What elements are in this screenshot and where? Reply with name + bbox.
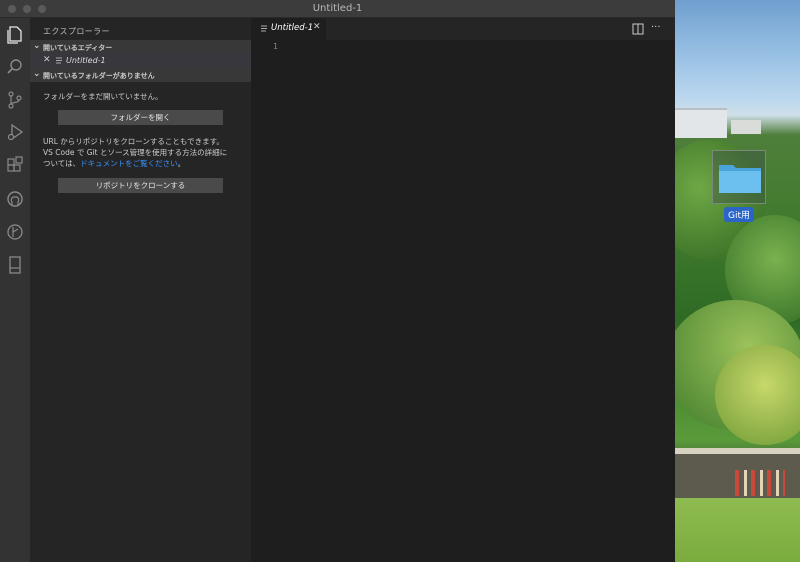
building xyxy=(675,108,727,138)
no-folder-section-header[interactable]: ⌄ 開いているフォルダーがありません xyxy=(30,68,251,82)
open-folder-button[interactable]: フォルダーを開く xyxy=(58,110,223,125)
open-editors-section-header[interactable]: ⌄ 開いているエディター xyxy=(30,40,251,54)
editor-area[interactable]: 1 xyxy=(251,40,675,562)
no-folder-label: 開いているフォルダーがありません xyxy=(43,72,155,80)
desktop-folder-label[interactable]: Git用 xyxy=(724,207,755,222)
clone-message-line: ついては、ドキュメントをご覧ください。 xyxy=(43,158,227,169)
docs-link[interactable]: ドキュメントをご覧ください xyxy=(80,159,178,168)
tree xyxy=(715,345,800,445)
notebook-icon[interactable] xyxy=(4,254,26,276)
plaintext-file-icon xyxy=(261,25,267,32)
activity-bar xyxy=(0,18,30,562)
building xyxy=(731,120,761,134)
editor-tab-bar: Untitled-1 ✕ xyxy=(251,18,675,40)
window-title: Untitled-1 xyxy=(312,3,363,14)
open-editors-label: 開いているエディター xyxy=(43,44,113,52)
split-editor-icon[interactable] xyxy=(632,23,644,35)
git-graph-icon[interactable] xyxy=(4,221,26,243)
vscode-window: Untitled-1 エクスプローラー ⌄ 開いているエディター ✕ Untit… xyxy=(0,0,675,562)
folder-icon xyxy=(719,165,761,193)
search-icon[interactable] xyxy=(4,56,26,78)
title-bar: Untitled-1 xyxy=(0,0,675,18)
clone-message-prefix: ついては、 xyxy=(43,159,81,168)
line-number: 1 xyxy=(273,42,278,51)
no-folder-message: フォルダーをまだ開いていません。 xyxy=(43,92,163,101)
chevron-down-icon: ⌄ xyxy=(33,69,41,79)
lawn xyxy=(675,498,800,562)
desktop-background xyxy=(675,0,800,562)
clone-message: URL からリポジトリをクローンすることもできます。 VS Code で Git… xyxy=(43,136,227,169)
run-debug-icon[interactable] xyxy=(4,121,26,143)
tab-label: Untitled-1 xyxy=(271,23,314,33)
open-editor-name: Untitled-1 xyxy=(66,56,106,65)
explorer-sidebar: エクスプローラー ⌄ 開いているエディター ✕ Untitled-1 ⌄ 開いて… xyxy=(30,18,251,562)
chevron-down-icon: ⌄ xyxy=(33,41,41,51)
close-icon[interactable]: ✕ xyxy=(313,22,321,32)
people xyxy=(735,470,785,496)
clone-message-line: URL からリポジトリをクローンすることもできます。 xyxy=(43,137,224,146)
more-actions-icon[interactable]: ··· xyxy=(651,22,661,33)
extensions-icon[interactable] xyxy=(4,155,26,177)
clone-message-suffix: 。 xyxy=(177,159,186,168)
clone-repository-button[interactable]: リポジトリをクローンする xyxy=(58,178,223,193)
sidebar-title: エクスプローラー xyxy=(43,27,110,36)
files-icon[interactable] xyxy=(4,24,26,46)
github-icon[interactable] xyxy=(4,188,26,210)
desktop-folder-icon[interactable] xyxy=(712,150,766,204)
plaintext-file-icon xyxy=(56,57,62,64)
open-editor-item[interactable]: ✕ Untitled-1 xyxy=(30,54,251,68)
source-control-icon[interactable] xyxy=(4,89,26,111)
close-icon[interactable]: ✕ xyxy=(43,55,51,65)
clone-message-line: VS Code で Git とソース管理を使用する方法の詳細に xyxy=(43,148,228,157)
tab-untitled-1[interactable]: Untitled-1 ✕ xyxy=(251,18,327,40)
